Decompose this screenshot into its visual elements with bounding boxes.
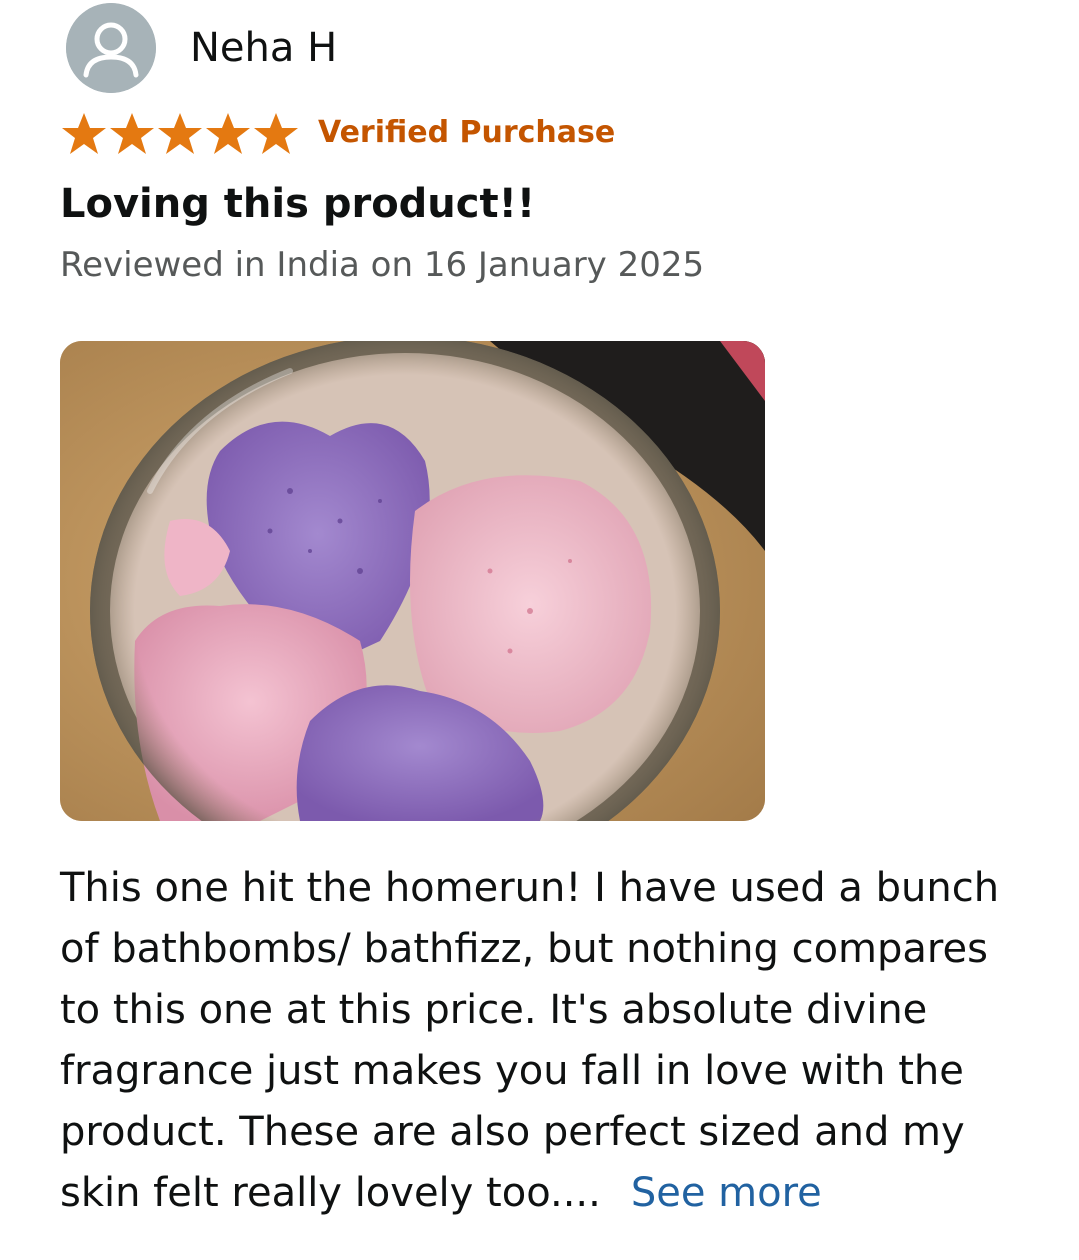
user-icon xyxy=(66,3,156,93)
review-photo[interactable] xyxy=(60,341,765,821)
review-title: Loving this product!! xyxy=(60,181,536,227)
review-body-last-line: skin felt really lovely too.... See more xyxy=(60,1163,1050,1224)
review-card: Neha H Verified Purchase Loving this pro… xyxy=(0,0,1079,1260)
review-body-line: skin felt really lovely too.... xyxy=(60,1170,601,1216)
review-photo-image xyxy=(60,341,765,821)
star-icon xyxy=(60,110,108,158)
review-body-line: of bathbombs/ bathfizz, but nothing comp… xyxy=(60,926,988,972)
avatar[interactable] xyxy=(66,3,156,93)
review-body-line: product. These are also perfect sized an… xyxy=(60,1109,965,1155)
star-icon xyxy=(204,110,252,158)
star-rating xyxy=(60,110,300,158)
review-date: Reviewed in India on 16 January 2025 xyxy=(60,245,705,285)
review-body-line: This one hit the homerun! I have used a … xyxy=(60,865,1000,911)
review-body-line: fragrance just makes you fall in love wi… xyxy=(60,1048,964,1094)
reviewer-name[interactable]: Neha H xyxy=(190,22,337,74)
star-icon xyxy=(108,110,156,158)
review-body: This one hit the homerun! I have used a … xyxy=(60,858,1050,1224)
see-more-link[interactable]: See more xyxy=(631,1170,822,1216)
verified-purchase-badge: Verified Purchase xyxy=(318,115,616,150)
review-body-line: to this one at this price. It's absolute… xyxy=(60,987,928,1033)
star-icon xyxy=(156,110,204,158)
star-icon xyxy=(252,110,300,158)
